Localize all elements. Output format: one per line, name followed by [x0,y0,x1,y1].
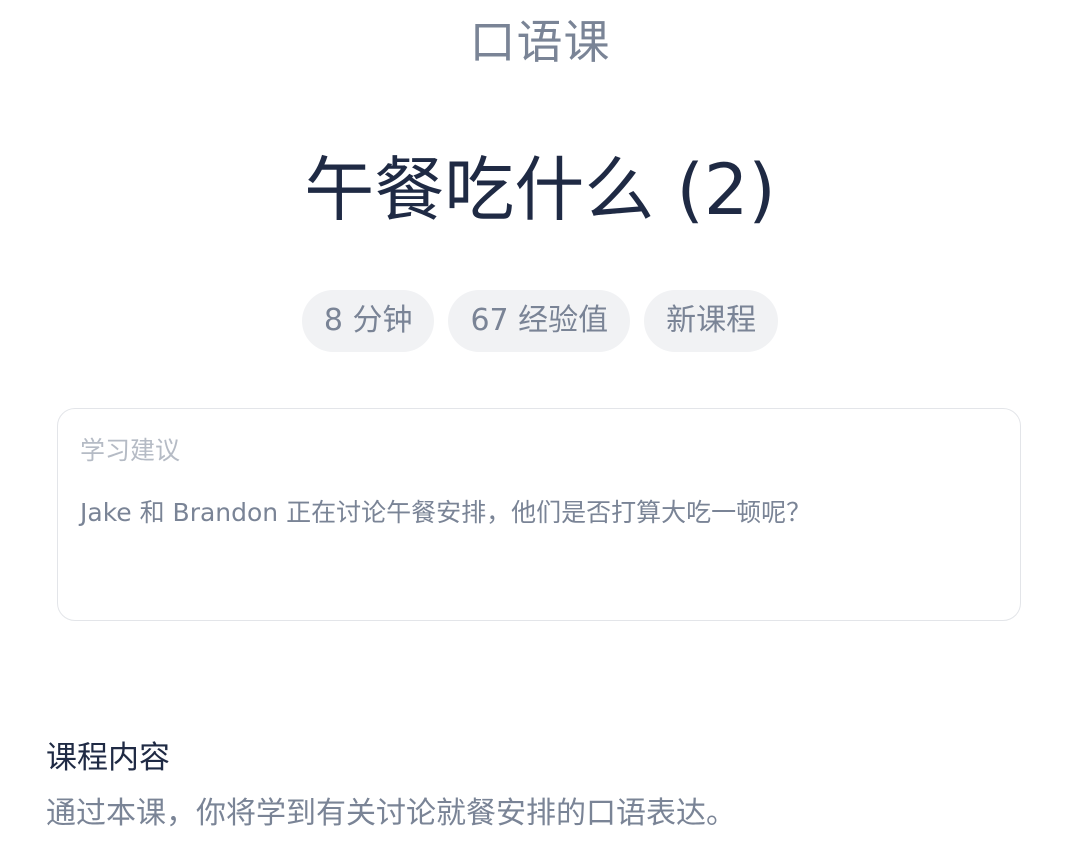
study-advice-label: 学习建议 [80,436,181,465]
lesson-title: 午餐吃什么 (2) [304,149,776,231]
course-type-heading: 口语课 [469,15,611,69]
study-advice-card: 学习建议 Jake 和 Brandon 正在讨论午餐安排，他们是否打算大吃一顿呢… [57,408,1021,621]
xp-tag: 67 经验值 [448,290,631,352]
study-advice-text: Jake 和 Brandon 正在讨论午餐安排，他们是否打算大吃一顿呢？ [80,498,812,527]
course-content-title: 课程内容 [46,740,170,776]
new-course-tag: 新课程 [644,290,779,352]
duration-tag: 8 分钟 [301,290,435,352]
lesson-tags: 8 分钟 67 经验值 新课程 [0,290,1080,352]
course-content-description: 通过本课，你将学到有关讨论就餐安排的口语表达。 [46,796,736,831]
